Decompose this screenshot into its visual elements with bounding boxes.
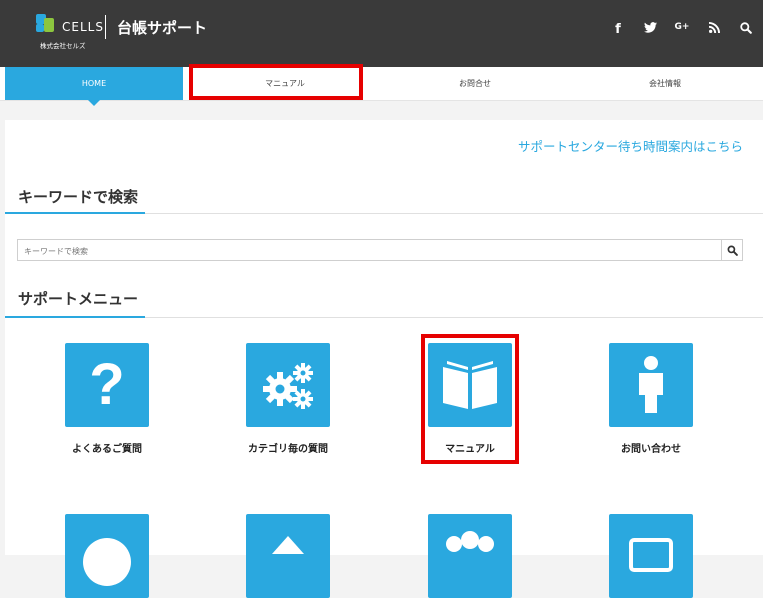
site-title[interactable]: 台帳サポート: [117, 17, 207, 38]
section-accent-bar: [5, 212, 145, 214]
nav-home[interactable]: HOME: [5, 67, 183, 106]
search-section-title: キーワードで検索: [18, 188, 139, 206]
faq-tile[interactable]: ?: [65, 343, 149, 427]
highlight-box-nav-manual: [189, 64, 363, 100]
header-search-icon[interactable]: [737, 22, 755, 38]
twitter-icon[interactable]: [641, 22, 659, 38]
facebook-icon[interactable]: f: [609, 22, 627, 38]
users-icon: [446, 531, 494, 552]
site-header: CELLS 株式会社セルズ 台帳サポート f G+: [0, 0, 763, 67]
category-label[interactable]: カテゴリ毎の質問: [218, 440, 358, 455]
google-plus-icon[interactable]: G+: [673, 22, 691, 38]
person-icon: [639, 356, 663, 413]
menu-section-title: サポートメニュー: [18, 290, 139, 308]
menu-tile-6[interactable]: [246, 514, 330, 598]
category-tile[interactable]: [246, 343, 330, 427]
search-button[interactable]: [721, 240, 742, 260]
menu-tile-8[interactable]: [609, 514, 693, 598]
support-wait-time-link[interactable]: サポートセンター待ち時間案内はこちら: [518, 136, 743, 155]
highlight-box-manual-tile: [421, 334, 519, 464]
search-icon: [727, 245, 738, 256]
social-links: f G+: [609, 22, 755, 38]
search-box: [17, 239, 743, 262]
contact-tile[interactable]: [609, 343, 693, 427]
info-icon: [83, 538, 131, 586]
menu-tile-5[interactable]: [65, 514, 149, 598]
faq-label[interactable]: よくあるご質問: [37, 440, 177, 455]
search-input[interactable]: [18, 240, 726, 262]
question-icon: ?: [89, 352, 125, 417]
main-content: サポートセンター待ち時間案内はこちら キーワードで検索 サポートメニュー ? よ…: [5, 120, 763, 598]
rss-icon[interactable]: [705, 22, 723, 38]
nav-company[interactable]: 会社情報: [570, 67, 760, 100]
monitor-icon: [629, 538, 673, 572]
cells-logo-icon: [34, 12, 62, 38]
header-divider: [105, 15, 106, 39]
menu-tile-7[interactable]: [428, 514, 512, 598]
gears-icon: [263, 363, 313, 409]
logo[interactable]: CELLS: [34, 12, 104, 38]
brand-name: CELLS: [62, 20, 104, 34]
main-nav: HOME マニュアル お問合せ 会社情報: [0, 67, 763, 106]
company-name: 株式会社セルズ: [40, 42, 86, 50]
contact-label[interactable]: お問い合わせ: [581, 440, 721, 455]
nav-contact[interactable]: お問合せ: [380, 67, 570, 100]
arrow-up-icon: [272, 536, 304, 554]
section-accent-bar: [5, 316, 145, 318]
